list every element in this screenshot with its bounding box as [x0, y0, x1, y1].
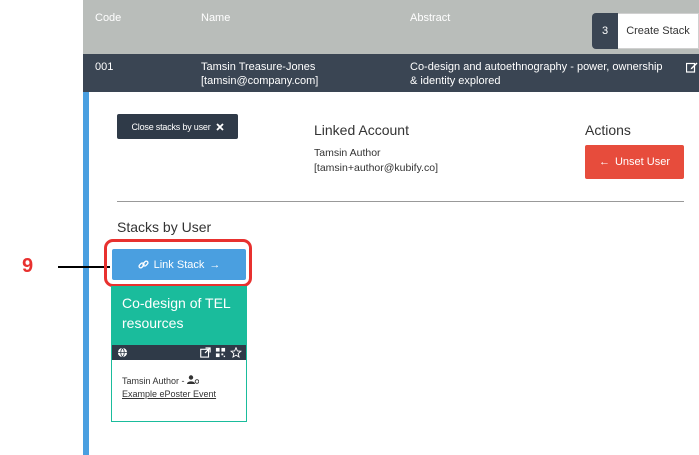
callout-line — [58, 266, 110, 268]
link-icon — [138, 260, 149, 269]
arrow-left-icon: ← — [598, 156, 610, 168]
close-stacks-button[interactable]: Close stacks by user — [117, 114, 238, 139]
row-name: Tamsin Treasure-Jones — [201, 61, 316, 73]
globe-icon — [117, 347, 128, 358]
star-icon[interactable] — [230, 347, 242, 358]
close-stacks-label: Close stacks by user — [131, 121, 211, 132]
arrow-right-icon: → — [209, 258, 221, 271]
row-abstract-line1: Co-design and autoethnography - power, o… — [410, 61, 663, 73]
create-stack-button[interactable]: 3 Create Stack — [592, 13, 699, 49]
event-link[interactable]: Example ePoster Event — [122, 389, 216, 399]
table-row[interactable]: 001 Tamsin Treasure-Jones [tamsin@compan… — [83, 54, 699, 92]
stacks-by-user-title: Stacks by User — [117, 219, 212, 235]
open-external-icon[interactable] — [200, 347, 211, 358]
stack-card-toolbar — [112, 345, 246, 360]
linked-account-title: Linked Account — [314, 122, 409, 138]
stack-count-badge: 3 — [592, 13, 618, 49]
column-header-name: Name — [201, 12, 231, 24]
column-header-code: Code — [95, 12, 122, 24]
callout-number: 9 — [22, 255, 34, 277]
linked-account-email: [tamsin+author@kubify.co] — [314, 162, 438, 174]
close-icon — [215, 122, 224, 131]
stack-card-title: Co-design of TEL resources — [112, 287, 246, 345]
row-code: 001 — [95, 61, 114, 73]
column-header-abstract: Abstract — [410, 12, 451, 24]
actions-title: Actions — [585, 122, 631, 138]
stack-card-author: Tamsin Author - — [122, 376, 185, 386]
stack-card[interactable]: Co-design of TEL resources Tamsin Author… — [111, 286, 247, 422]
unset-user-button[interactable]: ← Unset User — [585, 145, 684, 179]
linked-account-name: Tamsin Author — [314, 147, 381, 159]
expanded-row-indicator — [83, 92, 89, 455]
linked-account-info: Tamsin Author [tamsin+author@kubify.co] — [314, 146, 438, 176]
stack-card-body: Tamsin Author - Example ePoster Event — [122, 375, 216, 401]
link-stack-button[interactable]: Link Stack → — [112, 249, 246, 280]
edit-icon[interactable] — [686, 61, 698, 73]
section-divider — [117, 201, 684, 202]
link-stack-label: Link Stack — [153, 258, 205, 271]
row-email: [tamsin@company.com] — [201, 75, 319, 87]
create-stack-label: Create Stack — [618, 13, 699, 49]
row-abstract-line2: & identity explored — [410, 75, 501, 87]
user-icon — [187, 375, 200, 384]
unset-user-label: Unset User — [614, 156, 671, 168]
qr-code-icon[interactable] — [215, 347, 226, 358]
